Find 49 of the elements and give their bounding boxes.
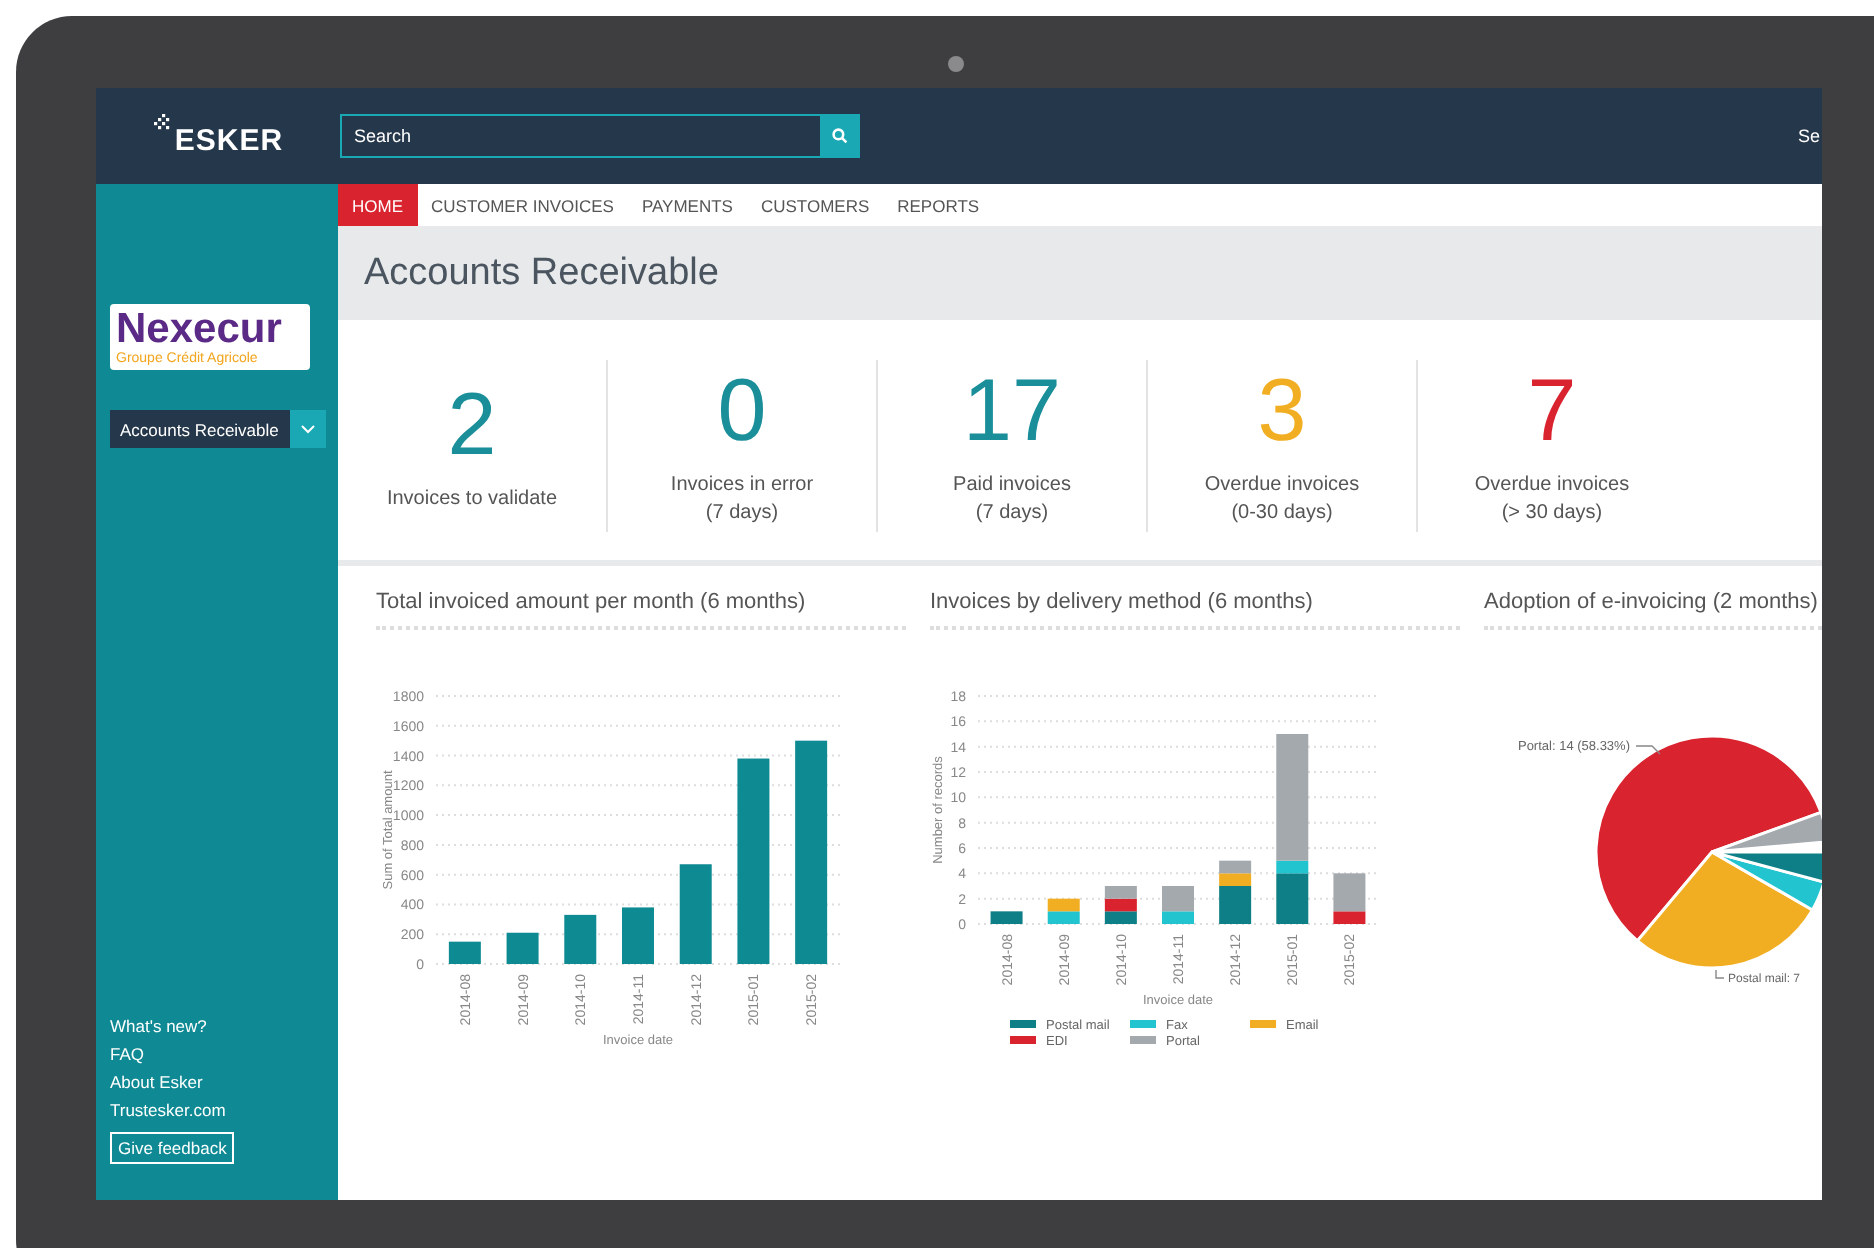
sidebar-link[interactable]: FAQ [110, 1044, 326, 1064]
legend-swatch [1130, 1020, 1156, 1028]
bar [448, 941, 481, 964]
logo-name: Nexecur [116, 308, 284, 352]
nav-tab[interactable]: CUSTOMER INVOICES [417, 184, 628, 226]
legend-swatch [1250, 1020, 1276, 1028]
logo: ESKER [174, 124, 284, 158]
leader-line [1635, 745, 1661, 755]
sidebar-link[interactable]: Trustesker.com [110, 1100, 326, 1120]
legend-swatch [1130, 1036, 1156, 1044]
chart-title: Total invoiced amount per month (6 months) [376, 590, 906, 630]
kpi-value: 7 [1527, 364, 1577, 460]
legend-swatch [1010, 1020, 1036, 1028]
kpi-label: Overdue invoices (0-30 days) [1204, 472, 1360, 528]
bar-segment [990, 911, 1023, 924]
bar [679, 864, 712, 964]
leader-line [1715, 969, 1725, 979]
kpi-label: Invoices in error (7 days) [670, 472, 814, 528]
nav-tab[interactable]: PAYMENTS [627, 184, 747, 226]
kpi-label: Invoices to validate [386, 486, 558, 514]
sidebar-link[interactable]: What's new? [110, 1016, 326, 1036]
nav-tab[interactable]: CUSTOMERS [746, 184, 884, 226]
chevron-down-icon [300, 424, 316, 434]
nav-tab[interactable]: HOME [338, 184, 417, 226]
search-icon [832, 128, 848, 144]
selector-label: Accounts Receivable [118, 417, 281, 443]
search-button[interactable] [820, 114, 860, 158]
nav-tab[interactable]: REPORTS [883, 184, 994, 226]
page-title: Accounts Receivable [364, 251, 719, 295]
dropdown-button[interactable] [290, 410, 326, 448]
kpi-value: 3 [1257, 364, 1307, 460]
bar [506, 932, 539, 964]
chart-title: Invoices by delivery method (6 months) [930, 590, 1460, 630]
app-selector[interactable]: Accounts Receivable [110, 410, 326, 448]
bar [564, 914, 597, 964]
chart-title: Adoption of e-invoicing (2 months) [1484, 590, 1822, 630]
sidebar-link[interactable]: About Esker [110, 1072, 326, 1092]
search-field[interactable]: Search [340, 114, 820, 158]
kpi-label: Paid invoices (7 days) [953, 472, 1071, 528]
bar [622, 907, 654, 964]
camera-dot [948, 56, 964, 72]
kpi-label: Overdue invoices (> 30 days) [1474, 472, 1630, 528]
feedback-button[interactable]: Give feedback [110, 1132, 235, 1164]
kpi-value: 0 [717, 364, 767, 460]
user-text: Se [1797, 126, 1820, 146]
pixel-logo-icon [150, 114, 171, 134]
kpi-value: 17 [963, 364, 1061, 460]
kpi-value: 2 [447, 378, 497, 474]
legend-swatch [1010, 1036, 1036, 1044]
